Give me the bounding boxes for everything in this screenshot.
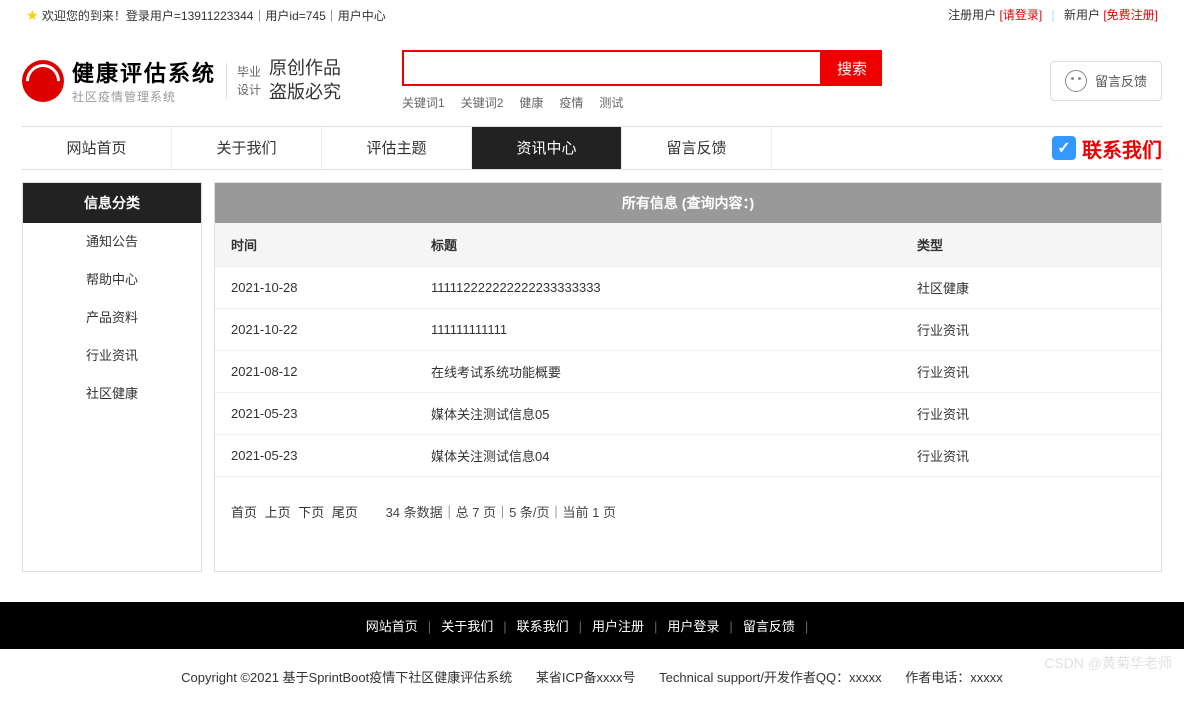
pager-link[interactable]: 尾页 <box>332 505 358 520</box>
sidebar-item[interactable]: 产品资料 <box>23 299 201 337</box>
search-keyword[interactable]: 测试 <box>599 96 623 110</box>
footer-link[interactable]: 网站首页 <box>366 619 418 634</box>
sidebar: 信息分类 通知公告帮助中心产品资料行业资讯社区健康 <box>22 182 202 572</box>
table-row[interactable]: 2021-10-22111111111111行业资讯 <box>215 309 1161 351</box>
sidebar-item[interactable]: 社区健康 <box>23 375 201 413</box>
column-header: 类型 <box>901 223 1161 267</box>
welcome-text: ★ 欢迎您的到来！登录用户=13911223344｜用户id=745｜用户中心 <box>26 0 386 30</box>
search-keyword[interactable]: 疫情 <box>559 96 583 110</box>
free-register[interactable]: [免费注册] <box>1103 8 1158 22</box>
top-right-links: 注册用户 [请登录] | 新用户 [免费注册] <box>948 0 1158 30</box>
pager-link[interactable]: 下页 <box>298 505 324 520</box>
search-area: 搜索 关键词1 关键词2 健康 疫情 测试 <box>372 50 1050 111</box>
search-button[interactable]: 搜索 <box>822 50 882 86</box>
column-header: 标题 <box>415 223 901 267</box>
welcome-msg[interactable]: 欢迎您的到来！登录用户=13911223344｜用户id=745｜用户中心 <box>42 9 386 23</box>
nav-item-1[interactable]: 关于我们 <box>172 127 322 169</box>
main-panel: 所有信息 (查询内容：) 时间标题类型 2021-10-281111122222… <box>214 182 1162 572</box>
search-keyword[interactable]: 关键词2 <box>461 96 504 110</box>
sidebar-item[interactable]: 行业资讯 <box>23 337 201 375</box>
footer-link[interactable]: 用户注册 <box>592 619 644 634</box>
login-link[interactable]: [请登录] <box>999 8 1042 22</box>
sidebar-item[interactable]: 通知公告 <box>23 223 201 261</box>
sidebar-header: 信息分类 <box>23 183 201 223</box>
table-row[interactable]: 2021-05-23媒体关注测试信息05行业资讯 <box>215 393 1161 435</box>
star-icon: ★ <box>26 7 39 23</box>
pager-link[interactable]: 首页 <box>231 505 257 520</box>
search-input[interactable] <box>402 50 822 86</box>
check-icon: ✓ <box>1052 136 1076 160</box>
registered-user[interactable]: 注册用户 <box>948 8 996 22</box>
logo-icon <box>22 60 64 102</box>
table-row[interactable]: 2021-08-12在线考试系统功能概要行业资讯 <box>215 351 1161 393</box>
pager-link[interactable]: 上页 <box>265 505 291 520</box>
nav-item-2[interactable]: 评估主题 <box>322 127 472 169</box>
table-row[interactable]: 2021-10-28111112222222222233333333社区健康 <box>215 267 1161 309</box>
footer-copyright: Copyright ©2021 基于SprintBoot疫情下社区健康评估系统 … <box>0 649 1184 704</box>
feedback-button[interactable]: 留言反馈 <box>1050 61 1162 101</box>
headset-icon <box>1065 70 1087 92</box>
site-subtitle: 社区疫情管理系统 <box>72 88 216 105</box>
sidebar-item[interactable]: 帮助中心 <box>23 261 201 299</box>
logo-area[interactable]: 健康评估系统 社区疫情管理系统 毕业 设计 原创作品 盗版必究 <box>22 56 372 105</box>
nav-item-3[interactable]: 资讯中心 <box>472 127 622 169</box>
contact-us[interactable]: ✓ 联系我们 <box>1052 127 1162 169</box>
watermark: CSDN @黄菊华老师 <box>1044 653 1172 673</box>
pager-info: 34 条数据｜总 7 页｜5 条/页｜当前 1 页 <box>386 505 616 520</box>
footer-link[interactable]: 留言反馈 <box>743 619 795 634</box>
site-title: 健康评估系统 <box>72 56 216 88</box>
nav-item-4[interactable]: 留言反馈 <box>622 127 772 169</box>
search-keyword[interactable]: 健康 <box>519 96 543 110</box>
pager: 首页 上页 下页 尾页 34 条数据｜总 7 页｜5 条/页｜当前 1 页 <box>215 477 1161 531</box>
footer-link[interactable]: 联系我们 <box>517 619 569 634</box>
nav-item-0[interactable]: 网站首页 <box>22 127 172 169</box>
content: 信息分类 通知公告帮助中心产品资料行业资讯社区健康 所有信息 (查询内容：) 时… <box>22 182 1162 602</box>
main-header: 所有信息 (查询内容：) <box>215 183 1161 223</box>
column-header: 时间 <box>215 223 415 267</box>
search-keywords: 关键词1 关键词2 健康 疫情 测试 <box>402 94 1050 111</box>
footer-link[interactable]: 用户登录 <box>667 619 719 634</box>
footer-nav: 网站首页|关于我们|联系我们|用户注册|用户登录|留言反馈| <box>0 602 1184 649</box>
footer-link[interactable]: 关于我们 <box>441 619 493 634</box>
search-keyword[interactable]: 关键词1 <box>402 96 445 110</box>
data-table: 时间标题类型 2021-10-2811111222222222223333333… <box>215 223 1161 477</box>
table-row[interactable]: 2021-05-23媒体关注测试信息04行业资讯 <box>215 435 1161 477</box>
main-nav: 网站首页关于我们评估主题资讯中心留言反馈 ✓ 联系我们 <box>22 126 1162 170</box>
top-bar: ★ 欢迎您的到来！登录用户=13911223344｜用户id=745｜用户中心 … <box>22 0 1162 30</box>
new-user[interactable]: 新用户 <box>1064 8 1100 22</box>
header: 健康评估系统 社区疫情管理系统 毕业 设计 原创作品 盗版必究 搜索 关键词1关… <box>22 30 1162 126</box>
